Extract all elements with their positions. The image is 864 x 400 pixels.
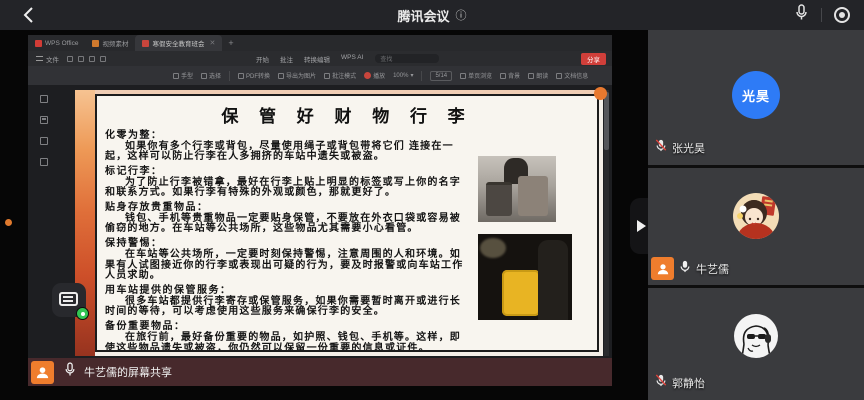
wps-menu-row: 文件 开始 批注 转换编辑 WPS AI 查找 分享 — [28, 51, 612, 66]
wps-assistant-button[interactable] — [594, 87, 607, 100]
document-info-button[interactable]: 文档信息 — [556, 71, 588, 80]
caption-on-toggle-icon — [76, 307, 89, 320]
play-icon — [364, 72, 371, 79]
info-icon[interactable]: ⓘ — [456, 7, 467, 23]
page-indicator[interactable]: 5/14 — [430, 71, 452, 81]
background-button[interactable]: 背景 — [500, 71, 520, 80]
wps-tab-document-1[interactable]: 视频素材 — [85, 35, 135, 51]
participant-tile-zhangguanghao[interactable]: 光昊 张光昊 — [648, 30, 864, 165]
meeting-title-row: 腾讯会议 ⓘ — [0, 0, 864, 30]
speaker-icon — [528, 73, 534, 79]
cursor-icon — [201, 73, 207, 79]
slide-photo-yellow-suitcase — [478, 234, 572, 320]
pdf-convert-button[interactable]: PDF转换 — [238, 71, 270, 80]
annotate-mode-button[interactable]: 批注模式 — [324, 71, 356, 80]
participant-name: 郭静怡 — [672, 375, 705, 391]
convert-icon — [238, 73, 244, 79]
edge-notification-dot — [5, 219, 12, 226]
quick-access-toolbar[interactable] — [67, 56, 106, 62]
search-panel-icon[interactable] — [40, 158, 48, 166]
sharer-badge-icon — [651, 257, 674, 280]
muted-mic-icon — [655, 139, 667, 157]
single-page-view-button[interactable]: 单页浏览 — [460, 71, 492, 80]
wps-window-tab-bar: WPS Office 视频素材 寒假安全教育班会 ✕ + — [28, 35, 612, 51]
doc-info-icon — [556, 73, 562, 79]
sharer-mic-icon — [64, 362, 76, 382]
ribbon-tab-start[interactable]: 开始 — [256, 54, 269, 64]
doc-icon — [92, 40, 99, 47]
microphone-icon[interactable] — [794, 4, 809, 26]
slide-section: 用车站提供的保管服务： 很多车站都提供行李寄存或保管服务，如果你需要暂时离开或进… — [105, 286, 465, 318]
select-tool-button[interactable]: 选择 — [201, 71, 221, 80]
hamburger-icon — [36, 56, 43, 61]
wps-logo-icon — [35, 40, 42, 47]
mic-on-icon — [679, 260, 691, 278]
topbar-divider — [821, 8, 822, 22]
single-page-icon — [460, 73, 466, 79]
document-scrollbar[interactable] — [604, 90, 609, 356]
muted-mic-icon — [655, 374, 667, 392]
search-input[interactable]: 查找 — [375, 54, 439, 63]
slide-sections: 化零为整： 如果你有多个行李或背包，尽量使用绳子或背包带将它们 连接在一起，这样… — [105, 131, 465, 352]
zoom-level-select[interactable]: 100% ▾ — [393, 72, 413, 79]
doc-icon — [142, 40, 149, 47]
wps-left-panel — [40, 95, 48, 166]
read-aloud-button[interactable]: 朗读 — [528, 71, 548, 80]
meeting-top-bar: 腾讯会议 ⓘ — [0, 0, 864, 30]
play-button[interactable]: 播放 — [364, 71, 385, 80]
image-icon — [278, 73, 284, 79]
meeting-title: 腾讯会议 — [397, 6, 449, 25]
slide-title: 保 管 好 财 物 行 李 — [105, 102, 589, 127]
bookmark-panel-icon[interactable] — [40, 137, 48, 145]
sharer-avatar-icon — [31, 361, 54, 384]
ribbon-tab-comment[interactable]: 批注 — [280, 54, 293, 64]
pen-icon — [324, 73, 330, 79]
close-tab-icon[interactable]: ✕ — [209, 39, 215, 47]
tencent-meeting-window: 腾讯会议 ⓘ WPS Office 视频素材 寒假安全教育班会 ✕ + — [0, 0, 864, 400]
screen-share-banner: 牛艺儒的屏幕共享 — [28, 358, 612, 386]
participant-tile-guojingyi[interactable]: 郭静怡 — [648, 288, 864, 400]
slide-photo-luggage — [478, 156, 556, 222]
wps-share-button[interactable]: 分享 — [581, 53, 606, 65]
slide-section: 贴身存放贵重物品： 钱包、手机等贵重物品一定要贴身保管，不要放在外衣口袋或容易被… — [105, 203, 465, 235]
new-tab-button[interactable]: + — [228, 38, 233, 48]
caption-icon — [59, 292, 78, 306]
hand-icon — [173, 73, 179, 79]
wps-tab-document-2-active[interactable]: 寒假安全教育班会 ✕ — [135, 35, 222, 51]
file-menu-button[interactable]: 文件 — [36, 54, 59, 64]
hand-tool-button[interactable]: 手型 — [173, 71, 193, 80]
participant-name: 牛艺儒 — [696, 261, 729, 277]
slide-section: 标记行李： 为了防止行李被错拿，最好在行李上贴上明显的标签或写上你的名字和联系方… — [105, 167, 465, 199]
screen-share-label: 牛艺儒的屏幕共享 — [84, 364, 172, 380]
participants-sidebar: 光昊 张光昊 — [648, 30, 864, 400]
export-image-button[interactable]: 导出为图片 — [278, 71, 316, 80]
avatar — [734, 314, 778, 358]
slide-section: 化零为整： 如果你有多个行李或背包，尽量使用绳子或背包带将它们 连接在一起，这样… — [105, 131, 465, 163]
sidebar-collapse-button[interactable] — [630, 198, 650, 254]
background-icon — [500, 73, 506, 79]
record-icon[interactable] — [834, 7, 850, 23]
sidebar-collapse-arrow-icon — [637, 220, 646, 232]
slide-section: 保持警惕： 在车站等公共场所，一定要时刻保持警惕，注意周围的人和环境。如果有人试… — [105, 239, 465, 282]
participant-tile-niuyiru[interactable]: 牛艺儒 — [648, 168, 864, 285]
participant-name: 张光昊 — [672, 140, 705, 156]
ribbon-tab-convert-edit[interactable]: 转换编辑 — [304, 54, 330, 64]
wps-ribbon-toolbar: 手型 选择 PDF转换 导出为图片 批注模式 播放 100% ▾ 5/14 单页… — [28, 66, 612, 85]
slide-section: 备份重要物品： 在旅行前，最好备份重要的物品，如护照、钱包、手机等。这样，即使这… — [105, 322, 465, 352]
avatar — [733, 193, 779, 239]
wps-tab-home[interactable]: WPS Office — [28, 35, 85, 51]
slide-page: 保 管 好 财 物 行 李 化零为整： 如果你有多个行李或背包，尽量使用绳子或背… — [75, 90, 603, 356]
caption-toggle-button[interactable] — [52, 283, 86, 317]
ribbon-tab-wps-ai[interactable]: WPS AI — [341, 54, 363, 64]
thumbnail-panel-icon[interactable] — [40, 95, 48, 103]
outline-panel-icon[interactable] — [40, 116, 48, 124]
avatar: 光昊 — [732, 71, 780, 119]
